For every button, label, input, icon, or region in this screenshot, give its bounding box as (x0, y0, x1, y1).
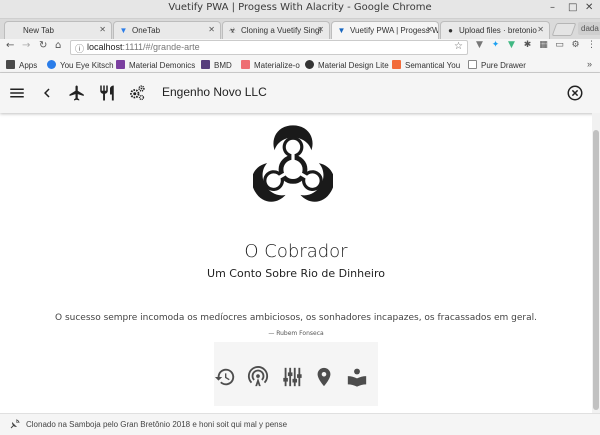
reader-icon[interactable] (346, 366, 368, 388)
close-icon[interactable]: ✕ (537, 25, 544, 34)
main-content: O Cobrador Um Conto Sobre Rio de Dinheir… (0, 113, 592, 413)
tab-new-tab[interactable]: New Tab ✕ (4, 21, 112, 39)
reload-icon[interactable]: ↻ (39, 40, 47, 51)
close-icon[interactable]: ✕ (99, 25, 106, 34)
close-icon[interactable]: ✕ (317, 25, 324, 34)
quote-text: O sucesso sempre incomoda os medíocres a… (55, 313, 537, 323)
chevron-left-icon[interactable] (38, 84, 56, 102)
bookmark-you-eye-kitsch[interactable]: You Eye Kitsch (47, 60, 114, 70)
vue-devtools-icon[interactable]: ▼ (506, 40, 517, 51)
action-icon-panel (214, 342, 378, 406)
bookmarks-bar: Apps You Eye Kitsch Material Demonics BM… (0, 56, 600, 73)
tab-strip: New Tab ✕ ▼ OneTab ✕ ☣ Cloning a Vuetify… (0, 19, 600, 39)
biohazard-icon: ☣ (228, 26, 237, 35)
bookmark-label: Pure Drawer (481, 61, 526, 70)
close-circle-icon[interactable] (566, 84, 584, 102)
bookmark-star-icon[interactable]: ☆ (454, 41, 463, 52)
quote-author: — Rubem Fonseca (268, 330, 324, 337)
semantic-icon (392, 60, 401, 69)
location-pin-icon[interactable] (313, 366, 335, 388)
back-arrow-icon[interactable]: ← (6, 40, 14, 51)
app-toolbar: Engenho Novo LLC (0, 73, 600, 113)
puzzle-icon[interactable]: ✱ (522, 40, 533, 51)
close-icon[interactable]: ✕ (426, 25, 433, 34)
antenna-icon[interactable] (247, 366, 269, 388)
profile-button[interactable]: dada (578, 22, 600, 35)
brand-title: Engenho Novo LLC (162, 85, 267, 99)
url-path: :1111/#/grande-arte (122, 42, 200, 52)
page-subtitle: Um Conto Sobre Rio de Dinheiro (207, 267, 385, 280)
mdl-icon (305, 60, 314, 69)
bookmark-apps[interactable]: Apps (6, 60, 37, 70)
info-icon[interactable]: ⓘ (75, 42, 84, 55)
bookmark-label: Materialize-o (254, 61, 300, 70)
tab-onetab[interactable]: ▼ OneTab ✕ (113, 21, 221, 39)
minimize-button[interactable]: – (550, 2, 555, 13)
apps-grid-icon (6, 60, 15, 69)
bookmark-label: Apps (19, 61, 38, 70)
bookmark-semantical-you[interactable]: Semantical You (392, 60, 460, 70)
bookmark-bmd[interactable]: BMD (201, 60, 232, 70)
page-icon (468, 60, 477, 69)
vuetify-extension-icon[interactable]: ▼ (474, 40, 485, 51)
tab-vuetify-pwa[interactable]: ▼ Vuetify PWA | Progess W ✕ (331, 21, 439, 39)
footer-text: Clonado na Samboja pelo Gran Bretônio 20… (26, 420, 288, 429)
airplane-icon[interactable] (68, 84, 86, 102)
bookmark-pure-drawer[interactable]: Pure Drawer (468, 60, 526, 70)
address-bar: ← → ↻ ⌂ ⓘ localhost:1111/#/grande-arte ☆… (0, 39, 600, 56)
history-icon[interactable] (214, 366, 236, 388)
gears-icon[interactable] (128, 84, 146, 102)
bookmark-label: Material Demonics (129, 61, 196, 70)
bookmark-label: You Eye Kitsch (60, 61, 114, 70)
github-icon: ● (448, 26, 453, 35)
grid-icon[interactable]: ▦ (538, 40, 549, 51)
url-input[interactable]: ⓘ localhost:1111/#/grande-arte ☆ (70, 40, 468, 55)
equalizer-icon[interactable] (281, 366, 303, 388)
tab-cloning[interactable]: ☣ Cloning a Vuetify Singl ✕ (222, 21, 330, 39)
close-icon[interactable]: ✕ (208, 25, 215, 34)
forward-arrow-icon[interactable]: → (22, 40, 30, 51)
bookmark-materialize[interactable]: Materialize-o (241, 60, 300, 70)
biohazard-logo-icon (253, 125, 333, 202)
bookmark-label: Material Design Lite (318, 61, 389, 70)
page-title: O Cobrador (244, 241, 348, 262)
new-tab-button[interactable] (551, 23, 577, 36)
footer: Clonado na Samboja pelo Gran Bretônio 20… (0, 413, 600, 435)
bookmark-material-demonics[interactable]: Material Demonics (116, 60, 195, 70)
tab-label: Upload files · bretonio (459, 26, 537, 35)
satellite-dish-icon (10, 419, 20, 429)
restaurant-icon[interactable] (98, 84, 116, 102)
bookmark-mdl[interactable]: Material Design Lite (305, 60, 389, 70)
tab-upload-files[interactable]: ● Upload files · bretonio ✕ (440, 21, 550, 39)
bookmarks-overflow-button[interactable]: » (587, 59, 592, 69)
bookmark-label: BMD (214, 61, 232, 70)
close-window-button[interactable]: ✕ (585, 2, 593, 13)
url-host: localhost (87, 42, 123, 52)
vuetify-icon: ▼ (337, 26, 346, 35)
home-icon[interactable]: ⌂ (55, 40, 61, 51)
maximize-button[interactable]: □ (568, 2, 577, 13)
bookmark-label: Semantical You (405, 61, 461, 70)
window-titlebar: Vuetify PWA | Progess With Alacrity - Go… (0, 0, 600, 19)
onetab-icon: ▼ (119, 26, 128, 35)
material-icon (116, 60, 125, 69)
tab-label: Cloning a Vuetify Singl (241, 26, 322, 35)
materialize-icon (241, 60, 250, 69)
twitter-icon[interactable]: ✦ (490, 40, 501, 51)
settings-icon[interactable]: ⚙ (570, 40, 581, 51)
window-title: Vuetify PWA | Progess With Alacrity - Go… (168, 2, 432, 13)
scrollbar-thumb[interactable] (593, 130, 599, 410)
tab-label: New Tab (23, 26, 54, 35)
blank-page-icon (10, 26, 19, 35)
spinner-icon (47, 60, 56, 69)
cast-icon[interactable]: ▭ (554, 40, 565, 51)
menu-icon[interactable] (8, 84, 26, 102)
tab-label: OneTab (132, 26, 161, 35)
bootstrap-icon (201, 60, 210, 69)
menu-dots-icon[interactable]: ⋮ (586, 40, 597, 51)
